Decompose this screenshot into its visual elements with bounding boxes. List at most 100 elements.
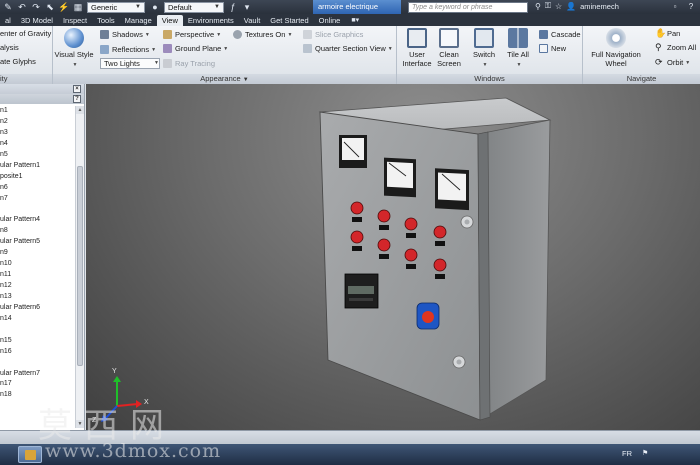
undo-icon[interactable]: ↶ — [16, 1, 28, 13]
reflections-button[interactable]: Reflections ▼ — [100, 45, 156, 54]
tree-item[interactable]: n3 — [0, 128, 74, 139]
ray-tracing-button[interactable]: Ray Tracing — [163, 59, 215, 68]
full-navigation-wheel-button[interactable]: Full Navigation Wheel — [585, 28, 647, 68]
chevron-down-icon[interactable]: ▼ — [243, 77, 249, 83]
graphics-viewport[interactable]: Y X Z — [86, 84, 700, 430]
tree-item[interactable]: n15 — [0, 336, 74, 347]
redo-icon[interactable]: ↷ — [30, 1, 42, 13]
tab-3d-model[interactable]: 3D Model — [16, 15, 58, 26]
quarter-section-view-button[interactable]: Quarter Section View ▼ — [303, 44, 393, 53]
scroll-thumb[interactable] — [77, 166, 83, 366]
visual-style-button[interactable]: Visual Style ▼ — [53, 28, 95, 70]
pencil-icon[interactable]: ✎ — [2, 1, 14, 13]
tree-item[interactable]: n2 — [0, 117, 74, 128]
tree-item[interactable]: n11 — [0, 270, 74, 281]
tree-item[interactable] — [0, 325, 74, 336]
chevron-down-icon: ▼ — [482, 62, 488, 68]
tree-item[interactable]: n1 — [0, 106, 74, 117]
tree-item[interactable]: ular Pattern1 — [0, 161, 74, 172]
slice-graphics-button[interactable]: Slice Graphics — [303, 30, 363, 39]
switch-button[interactable]: Switch ▼ — [469, 28, 499, 70]
shadows-button[interactable]: Shadows ▼ — [100, 30, 150, 39]
tree-item[interactable]: n8 — [0, 226, 74, 237]
tree-item[interactable]: n14 — [0, 314, 74, 325]
tree-item[interactable] — [0, 358, 74, 369]
zoom-all-button[interactable]: ⚲ Zoom All — [655, 43, 696, 53]
appearance-dropdown[interactable]: Default ▼ — [164, 1, 224, 13]
tab-inspect[interactable]: Inspect — [58, 15, 92, 26]
tree-item[interactable]: ular Pattern4 — [0, 215, 74, 226]
tab-environments[interactable]: Environments — [183, 15, 239, 26]
browser-scrollbar[interactable]: ▲ ▼ — [75, 106, 84, 428]
tree-item[interactable]: ular Pattern5 — [0, 237, 74, 248]
tree-item[interactable]: n4 — [0, 139, 74, 150]
flag-icon[interactable]: ⚑ — [642, 450, 650, 458]
tree-item[interactable]: n16 — [0, 347, 74, 358]
new-window-button[interactable]: New — [539, 44, 566, 53]
scroll-up-icon[interactable]: ▲ — [76, 106, 84, 114]
tab-get-started[interactable]: Get Started — [265, 15, 313, 26]
tab-manage[interactable]: Manage — [120, 15, 157, 26]
document-title: armoire electrique — [313, 0, 401, 14]
tab-vault[interactable]: Vault — [239, 15, 266, 26]
language-indicator[interactable]: FR — [622, 449, 632, 458]
tree-item[interactable] — [0, 204, 74, 215]
orbit-button[interactable]: ⟳ Orbit ▼ — [655, 57, 690, 68]
user-name[interactable]: aminemech — [580, 2, 619, 11]
tree-item[interactable]: n6 — [0, 183, 74, 194]
color-sphere-icon[interactable]: ● — [149, 1, 161, 13]
qat-customize-icon[interactable]: ▾ — [241, 1, 253, 13]
tree-item[interactable]: n5 — [0, 150, 74, 161]
user-icon[interactable]: 👤 — [566, 2, 576, 11]
chevron-down-icon: ▼ — [151, 46, 157, 53]
user-interface-button[interactable]: User Interface — [401, 28, 433, 68]
full-nav-wheel-label-2: Wheel — [605, 59, 627, 68]
analysis-button[interactable]: alysis — [0, 43, 19, 52]
tile-all-button[interactable]: Tile All ▼ — [502, 28, 534, 70]
help-icon[interactable]: ? — [73, 95, 81, 103]
update-icon[interactable]: ⚡ — [58, 1, 70, 13]
perspective-button[interactable]: Perspective ▼ — [163, 30, 221, 39]
panel-toggle-icon[interactable]: ■▾ — [351, 15, 359, 26]
tree-item[interactable]: posite1 — [0, 172, 74, 183]
tab-al[interactable]: al — [0, 15, 16, 26]
tab-view[interactable]: View — [156, 15, 183, 26]
help-icon[interactable]: ? — [684, 1, 698, 12]
search-input[interactable]: Type a keyword or phrase — [408, 2, 528, 13]
tree-item[interactable]: n12 — [0, 281, 74, 292]
style-dropdown[interactable]: Generic ▼ — [87, 1, 145, 13]
center-of-gravity-button[interactable]: enter of Gravity — [0, 29, 51, 38]
tab-online[interactable]: Online — [314, 15, 346, 26]
tab-tools[interactable]: Tools — [92, 15, 120, 26]
ground-plane-button[interactable]: Ground Plane ▼ — [163, 44, 228, 53]
minimize-icon[interactable]: ▫ — [668, 1, 682, 12]
pan-button[interactable]: ✋ Pan — [655, 29, 680, 39]
star-icon[interactable]: ☆ — [555, 2, 562, 11]
tree-item[interactable]: n17 — [0, 379, 74, 390]
y-axis-arrow — [113, 376, 121, 382]
tree-item[interactable]: n9 — [0, 248, 74, 259]
taskbar-app-button[interactable] — [18, 446, 42, 463]
tree-item[interactable]: ular Pattern6 — [0, 303, 74, 314]
binoculars-icon[interactable]: ⚲ — [535, 2, 541, 11]
chevron-down-icon: ▼ — [216, 31, 222, 38]
ground-plane-label: Ground Plane — [175, 44, 222, 53]
tree-item[interactable]: n13 — [0, 292, 74, 303]
close-icon[interactable]: × — [73, 85, 81, 93]
lighting-dropdown[interactable]: Two Lights ▼ — [100, 58, 160, 69]
chevron-down-icon: ▼ — [287, 31, 293, 38]
button-label — [406, 233, 416, 238]
tree-item[interactable]: n10 — [0, 259, 74, 270]
cascade-button[interactable]: Cascade — [539, 30, 581, 39]
orbit-icon: ⟳ — [655, 57, 663, 67]
textures-on-button[interactable]: Textures On ▼ — [233, 30, 292, 39]
glyphs-button[interactable]: ate Glyphs — [0, 57, 36, 66]
select-icon[interactable]: ⬉ — [44, 1, 56, 13]
clean-screen-button[interactable]: Clean Screen — [434, 28, 464, 68]
textures-on-label: Textures On — [245, 30, 286, 39]
key-icon[interactable]: ⚿ — [545, 1, 551, 11]
tree-item[interactable]: n7 — [0, 194, 74, 205]
measure-icon[interactable]: ▦ — [72, 1, 84, 13]
fx-icon[interactable]: ƒ — [227, 1, 239, 13]
tree-item[interactable]: ular Pattern7 — [0, 369, 74, 380]
